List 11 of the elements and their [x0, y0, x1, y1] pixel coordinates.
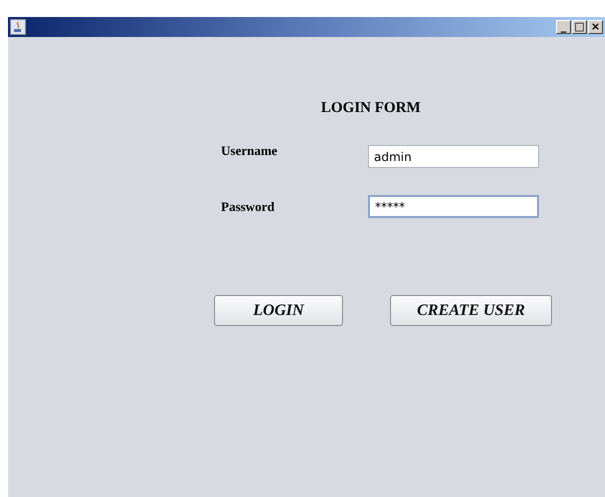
minimize-button[interactable]: _ [556, 20, 571, 34]
maximize-button[interactable]: □ [572, 20, 587, 34]
close-button[interactable]: × [588, 20, 603, 34]
field-label: Password [221, 198, 276, 214]
app-icon[interactable] [10, 19, 26, 35]
input-field[interactable]: admin [368, 145, 539, 168]
field-label: Username [221, 142, 278, 158]
input-field[interactable]: ***** [368, 195, 539, 218]
login-button[interactable]: LOGIN [214, 295, 343, 326]
create-user-button[interactable]: CREATE USER [390, 295, 552, 326]
form-heading: LOGIN FORM [321, 100, 422, 118]
